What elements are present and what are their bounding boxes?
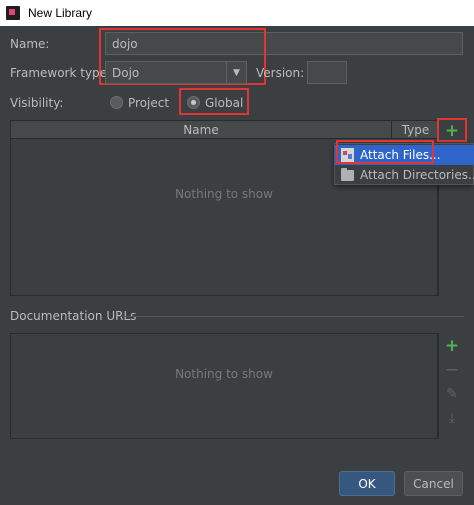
framework-type-value: Dojo [112,65,140,80]
visibility-label: Visibility: [10,96,64,110]
radio-project[interactable] [110,96,123,109]
section-separator [118,316,464,317]
version-input[interactable] [307,61,347,84]
attach-popup-menu: Attach Files... Attach Directories... [334,143,474,185]
docs-empty-text: Nothing to show [175,367,273,381]
documentation-urls-list[interactable]: Nothing to show [10,333,438,439]
attach-files-icon [341,148,354,162]
column-header-type[interactable]: Type [392,121,439,139]
menu-item-attach-directories-label: Attach Directories... [360,168,474,182]
radio-global-label[interactable]: Global [205,96,243,110]
menu-item-attach-files-label: Attach Files... [360,148,441,162]
ok-button[interactable]: OK [339,471,395,496]
menu-item-attach-files[interactable]: Attach Files... [335,145,474,165]
add-url-icon[interactable]: + [439,336,465,356]
folder-icon [341,167,354,181]
download-icon[interactable]: ⤓ [439,408,465,428]
column-header-name[interactable]: Name [11,121,392,139]
remove-icon[interactable]: − [439,360,465,380]
framework-type-label: Framework type: [10,66,112,80]
name-label: Name: [10,37,50,51]
chevron-down-icon[interactable]: ▼ [226,62,246,83]
intellij-app-icon [6,6,20,20]
edit-icon[interactable]: ✎ [439,384,465,404]
radio-project-label[interactable]: Project [128,96,169,110]
add-icon[interactable]: + [439,121,465,141]
name-input[interactable]: dojo [105,32,463,55]
menu-item-attach-directories[interactable]: Attach Directories... [335,165,474,185]
radio-global[interactable] [187,96,200,109]
table-header: Name Type [11,121,437,139]
version-label: Version: [256,66,305,80]
title-bar: New Library [0,0,474,26]
window-title: New Library [28,6,93,20]
name-input-value: dojo [112,36,138,51]
docs-toolbar: + − ✎ ⤓ [438,333,464,439]
framework-type-combo[interactable]: Dojo ▼ [105,61,247,84]
files-empty-text: Nothing to show [175,187,273,201]
cancel-button[interactable]: Cancel [404,471,463,496]
